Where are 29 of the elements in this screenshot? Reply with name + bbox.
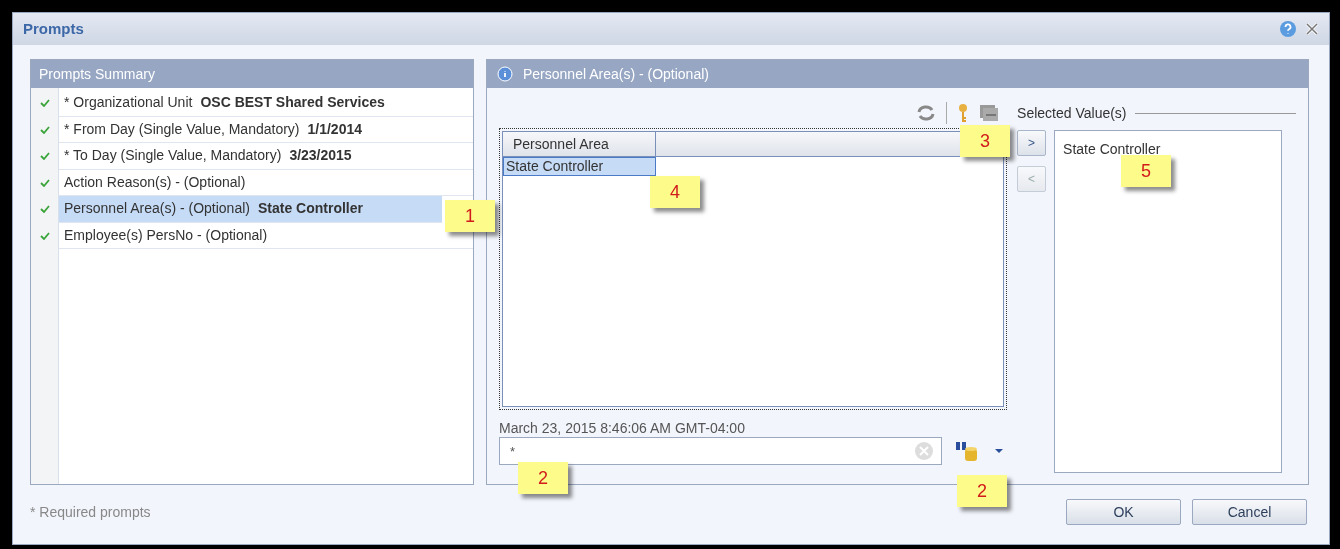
callout-label: 2 xyxy=(957,475,1007,507)
required-note: * Required prompts xyxy=(30,502,152,522)
key-icon[interactable] xyxy=(957,103,970,123)
callout-label: 3 xyxy=(960,125,1010,157)
add-button[interactable]: > xyxy=(1017,130,1047,156)
dialog-button[interactable]: Cancel xyxy=(1192,499,1307,525)
close-icon[interactable] xyxy=(1305,22,1319,36)
selected-values-label: Selected Value(s) xyxy=(1017,103,1127,123)
column-header[interactable]: Personnel Area xyxy=(503,132,656,156)
prompt-item[interactable]: Personnel Area(s) - (Optional) State Controller xyxy=(59,196,442,223)
panel-title: Prompts Summary xyxy=(39,64,155,84)
window-icon[interactable] xyxy=(979,104,1000,122)
prompt-item[interactable]: * Organizational Unit OSC BEST Shared Services xyxy=(59,90,473,117)
timestamp: March 23, 2015 8:46:06 AM GMT-04:00 xyxy=(499,419,746,438)
callout-label: 1 xyxy=(445,200,495,232)
table-cell[interactable]: State Controller xyxy=(503,157,656,176)
info-icon xyxy=(497,66,515,82)
window-title: Prompts xyxy=(23,18,85,39)
dialog-button[interactable]: OK xyxy=(1066,499,1181,525)
search-field[interactable]: * xyxy=(499,437,942,465)
caret-icon[interactable] xyxy=(994,448,1004,454)
prompt-item[interactable]: * To Day (Single Value, Mandatory) 3/23/2015 xyxy=(59,143,473,170)
panel-title: Personnel Area(s) - (Optional) xyxy=(523,64,709,84)
help-icon[interactable] xyxy=(1279,20,1297,38)
callout-label: 5 xyxy=(1121,155,1171,187)
refresh-icon[interactable] xyxy=(916,104,937,122)
callout-label: 4 xyxy=(650,176,700,208)
prompt-item[interactable]: * From Day (Single Value, Mandatory) 1/1/2014 xyxy=(59,116,473,143)
callout-label: 2 xyxy=(518,462,568,494)
